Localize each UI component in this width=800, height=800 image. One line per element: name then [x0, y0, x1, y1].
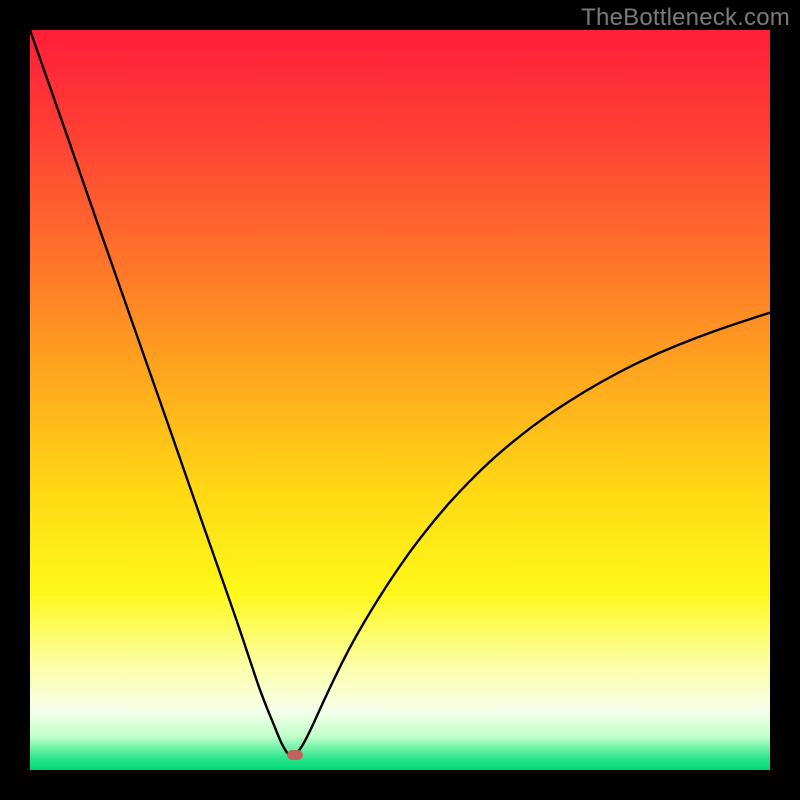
watermark-text: TheBottleneck.com	[581, 4, 790, 32]
bottleneck-curve	[30, 30, 770, 770]
chart-frame: TheBottleneck.com	[0, 0, 800, 800]
plot-area	[30, 30, 770, 770]
optimal-point-marker	[287, 750, 303, 760]
